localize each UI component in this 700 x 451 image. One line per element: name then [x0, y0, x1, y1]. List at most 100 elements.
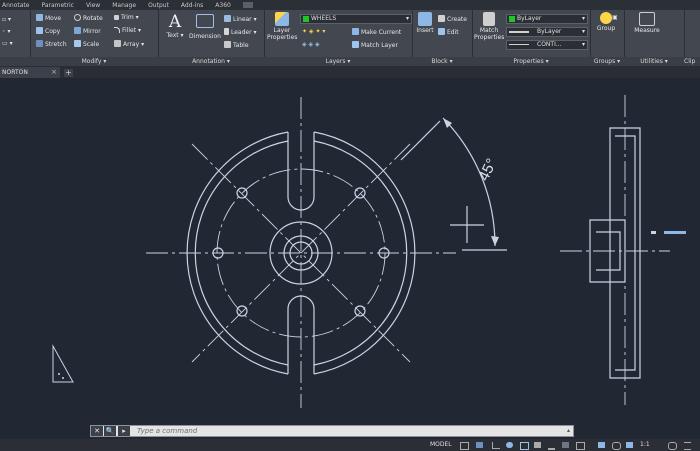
draw-tool-icon[interactable]: ▭ ▾: [2, 40, 13, 47]
panel-title-clipboard[interactable]: Clip: [684, 57, 700, 66]
panel-title-groups[interactable]: Groups ▾: [590, 57, 624, 66]
annotation-scale-icon[interactable]: [598, 442, 605, 448]
make-current-button[interactable]: Make Current: [352, 28, 401, 36]
mirror-button[interactable]: Mirror: [74, 27, 101, 35]
panel-title-block[interactable]: Block ▾: [412, 57, 472, 66]
chevron-down-icon: ▾: [581, 41, 585, 48]
tab-parametric[interactable]: Parametric: [41, 2, 74, 9]
side-view-marker: [651, 231, 656, 234]
leader-icon: [224, 28, 229, 35]
panel-layers: Layer Properties ● WHEELS ▾ ✦ ◈ ✦ ▾ Make…: [264, 10, 413, 66]
edit-block-button[interactable]: Edit: [438, 28, 459, 36]
close-command-button[interactable]: ✕: [91, 426, 103, 436]
linetype-icon: [509, 44, 529, 45]
measure-button[interactable]: Measure: [632, 12, 662, 34]
layer-dropdown[interactable]: ● WHEELS ▾: [300, 14, 412, 24]
transparency-icon[interactable]: [562, 442, 569, 448]
drawing-canvas[interactable]: 45°: [0, 78, 700, 439]
array-icon: [114, 40, 121, 47]
draw-tool-icon[interactable]: ▫ ▾: [2, 16, 11, 23]
linear-icon: [224, 15, 231, 22]
tab-view[interactable]: View: [86, 2, 100, 9]
command-prompt-icon[interactable]: ▸: [118, 426, 130, 436]
stretch-button[interactable]: Stretch: [36, 40, 67, 48]
panel-title-layers[interactable]: Layers ▾: [264, 57, 412, 66]
selection-cycling-icon[interactable]: [576, 442, 585, 450]
color-dropdown[interactable]: ByLayer ▾: [506, 14, 588, 24]
command-input[interactable]: Type a command: [137, 426, 197, 436]
document-tab[interactable]: NORTON ×: [0, 67, 60, 78]
panel-title-utilities[interactable]: Utilities ▾: [624, 57, 684, 66]
layer-properties-icon: [275, 12, 289, 26]
annotation-visibility-icon[interactable]: [612, 442, 621, 450]
tab-a360[interactable]: A360: [215, 2, 231, 9]
polar-icon[interactable]: [506, 442, 513, 448]
group-tools-icon[interactable]: ▣: [612, 14, 618, 21]
tab-manage[interactable]: Manage: [112, 2, 136, 9]
lineweight-dropdown[interactable]: ByLayer ▾: [506, 27, 588, 37]
layer-tools-icon[interactable]: ✦ ◈ ✦ ▾: [302, 28, 325, 35]
insert-button[interactable]: Insert: [414, 12, 436, 34]
osnap-icon[interactable]: [520, 442, 529, 450]
fillet-button[interactable]: Fillet ▾: [114, 27, 141, 34]
linetype-dropdown[interactable]: CONTI... ▾: [506, 40, 588, 50]
search-command-button[interactable]: 🔍: [104, 426, 116, 436]
match-layer-button[interactable]: Match Layer: [352, 41, 398, 49]
tab-annotate[interactable]: Annotate: [2, 2, 29, 9]
trim-button[interactable]: Trim ▾: [114, 14, 139, 21]
lineweight-toggle-icon[interactable]: [548, 442, 555, 450]
otrack-icon[interactable]: [534, 442, 541, 448]
table-icon: [224, 41, 231, 48]
create-block-button[interactable]: Create: [438, 15, 467, 23]
match-properties-icon: [483, 12, 495, 26]
layer-color-swatch: [303, 16, 309, 22]
leader-button[interactable]: Leader ▾: [224, 28, 257, 36]
fillet-icon: [114, 27, 120, 33]
model-space-toggle[interactable]: MODEL: [430, 441, 452, 448]
cad-drawing: 45°: [52, 95, 686, 408]
tab-output[interactable]: Output: [148, 2, 169, 9]
ortho-icon[interactable]: [492, 442, 500, 449]
move-button[interactable]: Move: [36, 14, 61, 22]
panel-title-properties[interactable]: Properties ▾: [472, 57, 590, 66]
panel-title-modify[interactable]: Modify ▾: [30, 57, 158, 66]
panel-properties: Match Properties ByLayer ▾ ByLayer ▾ CON…: [472, 10, 591, 66]
panel-modify: Move Rotate Trim ▾ Copy Mirror Fillet ▾ …: [30, 10, 159, 66]
chevron-up-icon[interactable]: ▴: [567, 426, 570, 436]
new-tab-button[interactable]: +: [64, 69, 73, 77]
layer-properties-button[interactable]: Layer Properties: [267, 12, 297, 41]
scale-button[interactable]: Scale: [74, 40, 99, 48]
annotation-scale[interactable]: 1:1: [640, 441, 650, 448]
tab-add-ins[interactable]: Add-ins: [181, 2, 203, 9]
customize-icon[interactable]: [684, 442, 691, 450]
chevron-down-icon: ▾: [581, 15, 585, 22]
rotate-button[interactable]: Rotate: [74, 14, 103, 22]
document-tab-bar: NORTON × +: [0, 66, 700, 78]
text-button[interactable]: A Text ▾: [164, 12, 186, 39]
layer-tools-icon[interactable]: ◈ ◈ ◈: [302, 41, 320, 48]
grid-icon[interactable]: [460, 442, 469, 450]
panel-title-annotation[interactable]: Annotation ▾: [158, 57, 264, 66]
table-button[interactable]: Table: [224, 41, 249, 49]
side-view-marker: [664, 231, 686, 234]
settings-icon[interactable]: [668, 442, 677, 450]
panel-utilities: Measure Utilities ▾: [624, 10, 685, 66]
copy-button[interactable]: Copy: [36, 27, 60, 35]
wheel-rim-left-inner: [194, 140, 289, 366]
ribbon-extra-icon[interactable]: [242, 2, 253, 8]
array-button[interactable]: Array ▾: [114, 40, 144, 48]
draw-tool-icon[interactable]: ◦ ▾: [2, 28, 10, 35]
command-line[interactable]: ✕ 🔍 ▸ Type a command ▴: [90, 425, 574, 437]
close-icon[interactable]: ×: [51, 67, 57, 78]
dimension-button[interactable]: Dimension: [188, 14, 222, 40]
match-properties-button[interactable]: Match Properties: [474, 12, 504, 41]
linear-button[interactable]: Linear ▾: [224, 15, 257, 23]
auto-scale-icon[interactable]: [626, 442, 633, 448]
copy-icon: [36, 27, 43, 34]
create-block-icon: [438, 15, 445, 22]
panel-clipboard-partial: Clip: [684, 10, 700, 66]
move-icon: [36, 14, 43, 21]
dimension-icon: [196, 14, 214, 28]
snap-icon[interactable]: [476, 442, 483, 448]
rotate-icon: [74, 14, 81, 21]
